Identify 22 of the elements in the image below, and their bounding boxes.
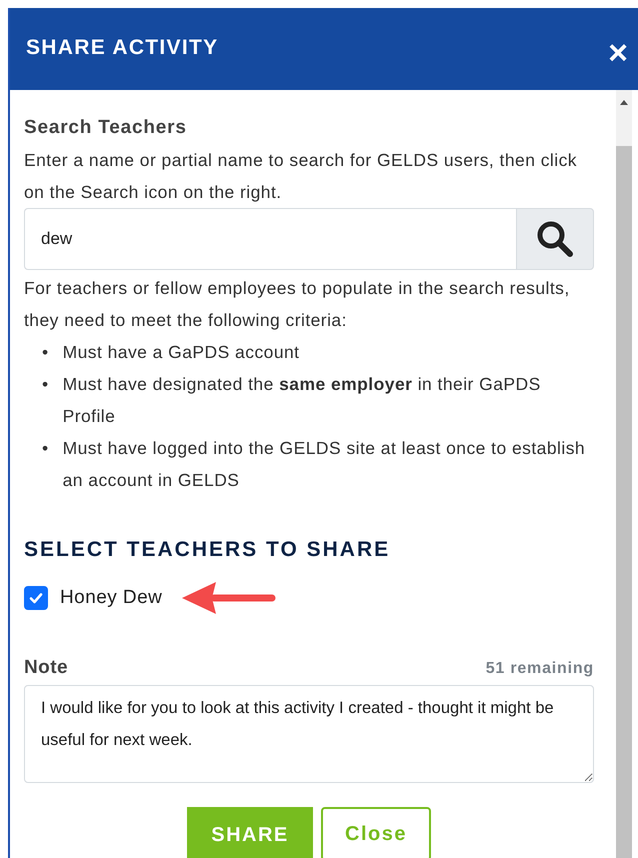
close-button[interactable]: × bbox=[608, 36, 628, 70]
note-field[interactable]: I would like for you to look at this activity I created - thought it might be useful for next week. bbox=[24, 685, 594, 783]
bullet: • bbox=[42, 437, 49, 460]
section-heading: SELECT TEACHERS TO SHARE bbox=[24, 537, 392, 563]
search-button[interactable] bbox=[516, 208, 594, 270]
field-label: Note bbox=[24, 656, 68, 680]
criteria-item: Must have designated the same employer in their GaPDS Profile bbox=[62, 373, 542, 428]
criteria-item: Must have a GaPDS account bbox=[62, 341, 300, 364]
checkbox-label[interactable]: Honey Dew bbox=[60, 582, 162, 614]
dialog-title: SHARE ACTIVITY bbox=[26, 35, 218, 61]
scroll-up-icon[interactable] bbox=[619, 98, 629, 106]
search-icon bbox=[535, 219, 575, 259]
character-counter: 51 remaining bbox=[486, 659, 594, 679]
check-icon bbox=[28, 590, 44, 606]
bullet: • bbox=[42, 373, 49, 396]
criteria-item: Must have logged into the GELDS site at least once to establish an account in GELDS bbox=[62, 437, 586, 492]
bullet: • bbox=[42, 341, 49, 364]
checkbox[interactable] bbox=[24, 586, 48, 610]
search-field[interactable]: dew bbox=[24, 208, 516, 270]
instructions-text: Enter a name or partial name to search for GELDS users, then click on the Search icon on the right. bbox=[24, 149, 578, 204]
criteria-text: For teachers or fellow employees to populate in the search results, they need to meet the following criteria: bbox=[24, 277, 571, 332]
section-heading: Search Teachers bbox=[24, 116, 188, 140]
